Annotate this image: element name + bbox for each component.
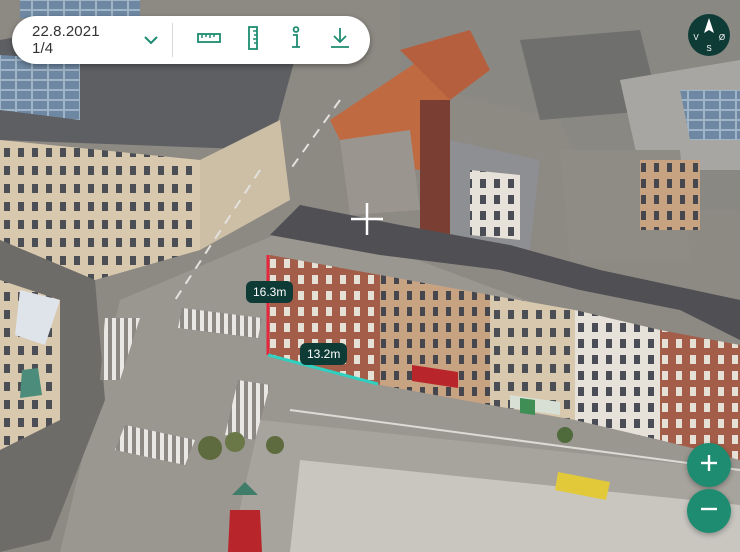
download-button[interactable] [318,20,362,60]
date-selector[interactable]: 22.8.2021 1/4 [32,16,158,64]
plus-icon [699,453,719,478]
aerial-map[interactable] [0,0,740,552]
date-selector-label: 22.8.2021 1/4 [32,23,100,57]
ruler-vertical-icon [246,25,260,55]
compass-south-label: S [706,44,711,53]
zoom-out-button[interactable] [687,489,731,533]
width-measurement-label: 13.2m [300,343,348,365]
download-icon [330,27,350,54]
compass-east-label: Ø [719,33,725,42]
measure-height-button[interactable] [231,20,275,60]
chevron-down-icon [144,35,158,45]
ruler-horizontal-icon [197,31,221,50]
toolbar-divider [172,23,174,57]
zoom-in-button[interactable] [687,443,731,487]
map-toolbar: 22.8.2021 1/4 [12,16,370,64]
height-measurement-label: 16.3m [246,281,294,303]
info-icon [289,25,303,55]
measure-distance-button[interactable] [187,20,231,60]
compass-west-label: V [693,33,699,42]
minus-icon [699,499,719,524]
info-button[interactable] [275,20,319,60]
compass[interactable]: V Ø S [687,13,731,57]
